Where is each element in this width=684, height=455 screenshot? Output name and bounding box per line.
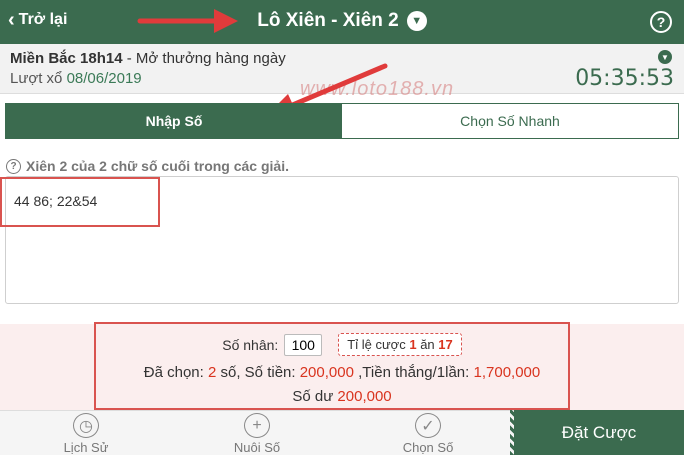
picked-row: Đã chọn: 2 số, Số tiền: 200,000 ,Tiền th… [143, 364, 541, 381]
multiplier-label: Số nhân: [222, 336, 279, 353]
draw-select-chevron-icon[interactable]: ▼ [658, 50, 672, 64]
input-mode-tabs: Nhập Số Chọn Số Nhanh [5, 103, 679, 139]
odds-badge: Tỉ lệ cược 1 ăn 17 [338, 333, 462, 356]
draw-info: Miền Bắc 18h14 - Mở thưởng hàng ngày Lượ… [0, 44, 684, 94]
plus-icon: + [244, 413, 270, 438]
place-bet-button[interactable]: Đặt Cược [510, 410, 684, 455]
odds-win: 17 [438, 337, 453, 352]
multiplier-row: Số nhân: Tỉ lệ cược 1 ăn 17 [0, 333, 684, 356]
draw-date: 08/06/2019 [66, 70, 142, 87]
help-icon[interactable]: ? [650, 11, 672, 33]
bet-amount: 200,000 [299, 364, 354, 381]
countdown-timer: 05:35:53 [575, 66, 674, 91]
multiplier-input[interactable] [284, 333, 323, 356]
ticket-edge [510, 410, 518, 455]
draw-region-line: Miền Bắc 18h14 - Mở thưởng hàng ngày [10, 50, 286, 67]
nav-chon-so[interactable]: ✓ Chọn Số [378, 413, 478, 455]
question-icon: ? [6, 158, 21, 174]
check-icon: ✓ [415, 413, 441, 438]
app-header: ‹ Trở lại Lô Xiên - Xiên 2 ▼ ? [0, 0, 684, 44]
draw-schedule: Mở thưởng hàng ngày [135, 50, 286, 67]
number-input[interactable]: 44 86; 22&54 [5, 176, 679, 304]
instruction: ? Xiên 2 của 2 chữ số cuối trong các giả… [6, 158, 289, 174]
odds-stake: 1 [409, 337, 417, 352]
page-title[interactable]: Lô Xiên - Xiên 2 ▼ [0, 10, 684, 32]
tab-nhap-so[interactable]: Nhập Số [6, 104, 342, 138]
nav-history[interactable]: ◷ Lịch Sử [36, 413, 136, 455]
draw-region: Miền Bắc 18h14 [10, 50, 123, 67]
tab-chon-so-nhanh[interactable]: Chọn Số Nhanh [342, 104, 678, 138]
clock-icon: ◷ [73, 413, 99, 438]
balance-amount: 200,000 [337, 388, 392, 405]
draw-date-label: Lượt xổ [10, 70, 63, 87]
draw-date-line: Lượt xổ 08/06/2019 [10, 70, 142, 87]
nav-nuoi-so[interactable]: + Nuôi Số [207, 413, 307, 455]
balance-row: Số dư 200,000 [292, 388, 392, 405]
win-amount: 1,700,000 [473, 364, 541, 381]
picked-count: 2 [207, 364, 217, 381]
page-title-text: Lô Xiên - Xiên 2 [257, 10, 399, 31]
instruction-text: Xiên 2 của 2 chữ số cuối trong các giải. [26, 158, 289, 174]
chevron-down-icon[interactable]: ▼ [406, 11, 427, 31]
